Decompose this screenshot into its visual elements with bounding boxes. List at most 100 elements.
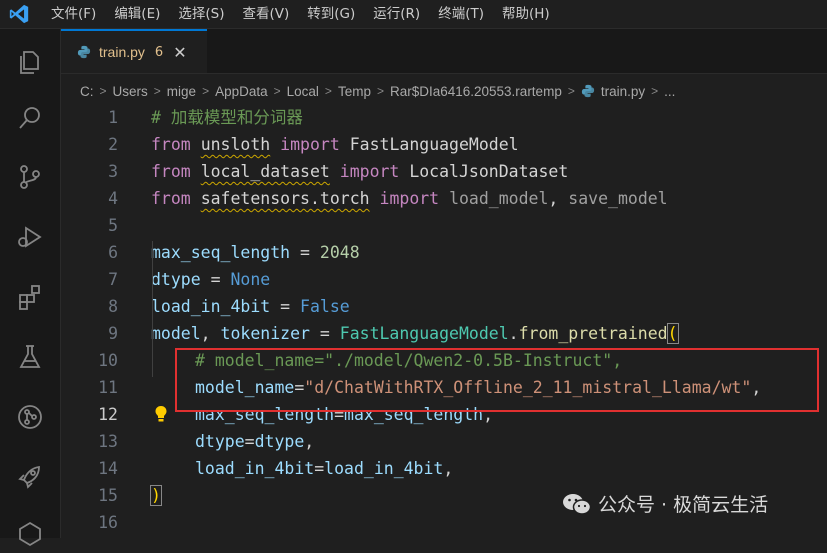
breadcrumb-item[interactable]: ... (664, 84, 675, 99)
code-text: max_seq_length = 2048 (151, 239, 360, 266)
wechat-icon (563, 493, 592, 515)
watermark: 公众号 · 极简云生活 (562, 490, 768, 517)
code-line[interactable]: 8 load_in_4bit = False (61, 293, 827, 320)
chevron-right-icon: > (651, 84, 659, 98)
menu-selection[interactable]: 选择(S) (169, 0, 233, 28)
source-control-icon[interactable] (15, 162, 45, 192)
breadcrumb-item[interactable]: Rar$DIa6416.20553.rartemp (390, 84, 562, 99)
chevron-right-icon: > (153, 84, 161, 98)
comma: , (443, 459, 454, 478)
line-number: 13 (98, 432, 118, 451)
keyword: import (280, 135, 340, 154)
run-debug-icon[interactable] (15, 222, 45, 252)
line-number: 9 (108, 324, 118, 343)
line-number: 3 (108, 162, 118, 181)
menu-run[interactable]: 运行(R) (364, 0, 429, 28)
comma: , (304, 432, 315, 451)
comma: , (200, 324, 221, 343)
menu-go[interactable]: 转到(G) (298, 0, 364, 28)
indent-guide (152, 241, 153, 377)
chevron-right-icon: > (273, 84, 281, 98)
code-text: model, tokenizer = FastLanguageModel.fro… (151, 320, 679, 347)
deploy-icon[interactable] (15, 462, 45, 492)
code-text: from local_dataset import LocalJsonDatas… (151, 158, 568, 185)
code-line[interactable]: 4 from safetensors.torch import load_mod… (61, 185, 827, 212)
comment: # 加载模型和分词器 (151, 108, 303, 127)
python-file-icon (581, 84, 594, 98)
parameter: dtype (195, 432, 245, 451)
vscode-logo-icon[interactable] (8, 3, 30, 25)
constant: None (230, 270, 271, 289)
search-icon[interactable] (15, 103, 45, 133)
operator: = (290, 243, 320, 262)
dot: . (508, 324, 519, 343)
tab-label: train.py (99, 44, 145, 60)
code-line[interactable]: 7 dtype = None (61, 266, 827, 293)
breadcrumb: C: > Users > mige > AppData > Local > Temp > R… (80, 80, 675, 102)
keyword: from (151, 189, 191, 208)
code-line[interactable]: 2 from unsloth import FastLanguageModel (61, 131, 827, 158)
chevron-right-icon: > (376, 84, 384, 98)
operator: = (270, 297, 301, 316)
explorer-icon[interactable] (15, 47, 45, 77)
remote-explorer-icon[interactable] (15, 402, 45, 432)
chevron-right-icon: > (567, 84, 575, 98)
line-number: 4 (108, 189, 118, 208)
chevron-right-icon: > (202, 84, 210, 98)
breadcrumb-item[interactable]: mige (167, 84, 196, 99)
comma: , (548, 189, 559, 208)
line-number: 2 (108, 135, 118, 154)
code-line[interactable]: 1 # 加载模型和分词器 (61, 104, 827, 131)
variable: dtype (254, 432, 305, 451)
breadcrumb-item[interactable]: AppData (215, 84, 268, 99)
code-line[interactable]: 5 (61, 212, 827, 239)
line-number: 16 (98, 513, 118, 532)
keyword: import (339, 162, 400, 181)
activity-bar (0, 29, 61, 547)
module-name: local_dataset (200, 162, 330, 181)
breadcrumb-item[interactable]: Users (113, 84, 148, 99)
code-text: ) (150, 482, 162, 509)
code-line[interactable]: 3 from local_dataset import LocalJsonDat… (61, 158, 827, 185)
menu-terminal[interactable]: 终端(T) (429, 0, 493, 28)
breadcrumb-item[interactable]: Local (287, 84, 319, 99)
line-number: 5 (108, 216, 118, 235)
code-text: from unsloth import FastLanguageModel (151, 131, 519, 158)
extensions-icon[interactable] (15, 282, 45, 312)
breadcrumb-item[interactable]: C: (80, 84, 94, 99)
menu-bar: 文件(F) 编辑(E) 选择(S) 查看(V) 转到(G) 运行(R) 终端(T… (42, 0, 559, 28)
code-line[interactable]: 13 dtype=dtype, (61, 428, 827, 455)
breadcrumb-item[interactable]: train.py (601, 84, 645, 99)
close-icon[interactable]: ✕ (173, 43, 186, 62)
operator: = (244, 432, 255, 451)
code-editor[interactable]: 1 # 加载模型和分词器 2 from unsloth import FastL… (61, 104, 827, 538)
editor-tabs: train.py 6 ✕ (61, 29, 827, 74)
line-number: 14 (98, 459, 118, 478)
chevron-right-icon: > (324, 84, 332, 98)
code-line[interactable]: 14 load_in_4bit=load_in_4bit, (61, 455, 827, 482)
code-text: dtype = None (151, 266, 270, 293)
variable: tokenizer (220, 324, 310, 343)
menu-edit[interactable]: 编辑(E) (105, 0, 169, 28)
operator: = (314, 459, 325, 478)
code-line[interactable]: 6 max_seq_length = 2048 (61, 239, 827, 266)
line-number: 6 (108, 243, 118, 262)
class-name: FastLanguageModel (339, 324, 509, 343)
lightbulb-icon[interactable] (153, 405, 169, 423)
variable: dtype (151, 270, 201, 289)
hexagon-icon[interactable] (15, 519, 45, 549)
menu-help[interactable]: 帮助(H) (493, 0, 559, 28)
menu-view[interactable]: 查看(V) (234, 0, 299, 28)
constant: False (300, 297, 350, 316)
testing-icon[interactable] (15, 342, 45, 372)
function-name: from_pretrained (518, 324, 668, 343)
module-name: safetensors.torch (200, 189, 370, 208)
code-line[interactable]: 9 model, tokenizer = FastLanguageModel.f… (61, 320, 827, 347)
line-number: 10 (98, 351, 118, 370)
menu-file[interactable]: 文件(F) (42, 0, 105, 28)
imported-name: save_model (568, 189, 668, 208)
tab-train-py[interactable]: train.py 6 ✕ (61, 29, 207, 73)
code-text: load_in_4bit = False (151, 293, 350, 320)
imported-name: FastLanguageModel (349, 135, 519, 154)
breadcrumb-item[interactable]: Temp (338, 84, 371, 99)
